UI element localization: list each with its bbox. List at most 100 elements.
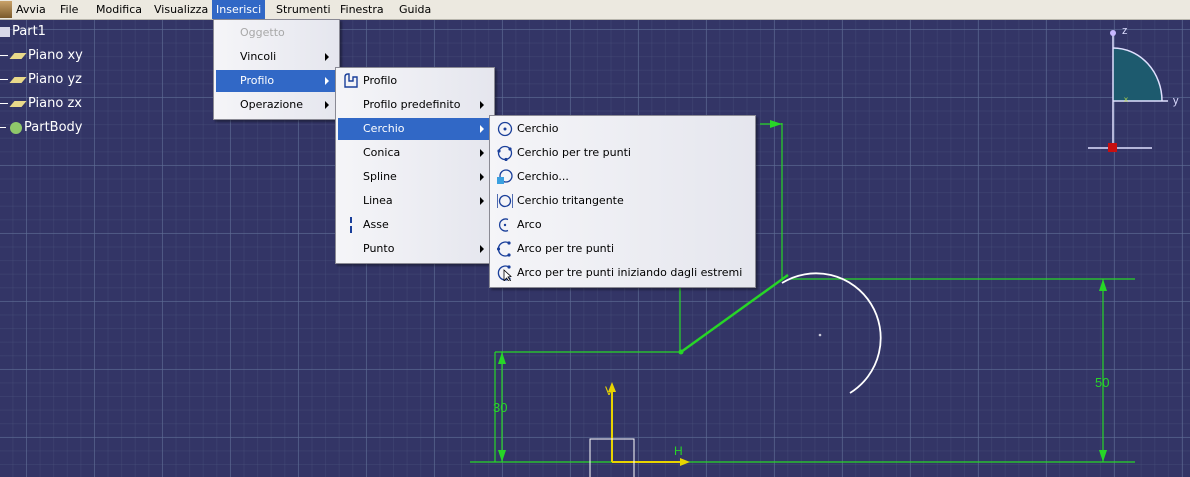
menu-item-cerchio-tool[interactable]: Cerchio [492,118,753,140]
menu-item-profilo[interactable]: Profilo [216,70,337,92]
menu-modifica[interactable]: Modifica [92,0,146,19]
menu-item-label: Oggetto [240,26,285,39]
submenu-arrow-icon [480,149,484,157]
menu-finestra[interactable]: Finestra [336,0,388,19]
submenu-arrow-icon [325,53,329,61]
tree-branch-line [0,79,8,80]
tree-item-label: Piano xy [28,48,83,63]
menu-item-label: Punto [363,242,395,255]
tree-item-label: PartBody [24,120,83,135]
three-point-arc-icon [497,241,511,257]
menu-item-label: Profilo predefinito [363,98,461,111]
menu-item-label: Vincoli [240,50,277,63]
menu-item-label: Arco per tre punti iniziando dagli estre… [517,266,743,279]
menu-item-label: Asse [363,218,389,231]
compass-y-label: y [1173,95,1179,107]
three-point-circle-icon [497,145,513,161]
menu-guida[interactable]: Guida [395,0,435,19]
tree-item-piano-yz[interactable]: Piano yz [0,70,82,90]
app-icon [0,1,12,18]
tree-item-label: Piano yz [28,72,82,87]
menu-item-label: Arco per tre punti [517,242,615,255]
tree-item-partbody[interactable]: PartBody [0,118,82,138]
inserisci-dropdown: Oggetto Vincoli Profilo Operazione [213,19,340,120]
menu-item-label: Arco [517,218,542,231]
menu-visualizza[interactable]: Visualizza [150,0,212,19]
menu-item-label: Cerchio per tre punti [517,146,631,159]
menu-item-label: Conica [363,146,401,159]
menu-bar: Avvia File Modifica Visualizza Inserisci… [0,0,1190,20]
menu-item-cerchio-tre-punti[interactable]: Cerchio per tre punti [492,142,753,164]
menu-item-vincoli[interactable]: Vincoli [216,46,337,68]
profile-icon [344,73,358,88]
circle-dialog-icon [497,169,513,184]
arc-center-point[interactable] [818,333,822,337]
plane-icon [9,52,27,59]
compass-x-label: x [1124,95,1128,104]
menu-item-label: Operazione [240,98,303,111]
menu-item-profilo-tool[interactable]: Profilo [338,70,492,92]
sketch-arc[interactable] [781,272,882,394]
part-icon [0,26,10,37]
arc-icon [498,218,509,232]
menu-item-arco[interactable]: Arco [492,214,753,236]
menu-item-operazione[interactable]: Operazione [216,94,337,116]
menu-item-arco-tre-punti[interactable]: Arco per tre punti [492,238,753,260]
menu-item-linea[interactable]: Linea [338,190,492,212]
submenu-arrow-icon [480,197,484,205]
menu-item-cerchio-dialog[interactable]: Cerchio... [492,166,753,188]
tree-branch-line [0,103,8,104]
menu-file[interactable]: File [56,0,82,19]
tree-branch-line [0,127,6,128]
sketch-point[interactable] [678,349,684,355]
submenu-arrow-icon [480,125,484,133]
menu-item-label: Spline [363,170,397,183]
menu-item-label: Cerchio [517,122,559,135]
menu-avvia[interactable]: Avvia [12,0,50,19]
menu-item-punto[interactable]: Punto [338,238,492,260]
menu-item-cerchio[interactable]: Cerchio [338,118,492,140]
axis-icon [350,217,352,233]
axis-h-label: H [674,444,683,458]
menu-item-oggetto[interactable]: Oggetto [216,22,337,44]
menu-item-arco-tre-punti-estremi[interactable]: Arco per tre punti iniziando dagli estre… [492,262,753,284]
submenu-arrow-icon [480,173,484,181]
sketch-axes: V H [589,382,690,477]
tree-item-piano-zx[interactable]: Piano zx [0,94,82,114]
submenu-arrow-icon [480,245,484,253]
menu-item-label: Cerchio... [517,170,569,183]
menu-item-label: Profilo [363,74,398,87]
plane-icon [9,100,27,107]
compass-widget[interactable]: z y x [1088,25,1179,152]
dimension-30-text[interactable]: 30 [493,400,507,415]
menu-item-label: Cerchio [363,122,405,135]
submenu-arrow-icon [325,101,329,109]
tree-item-label: Piano zx [28,96,82,111]
profilo-submenu: Profilo Profilo predefinito Cerchio Coni… [335,67,495,264]
menu-item-label: Cerchio tritangente [517,194,624,207]
menu-item-cerchio-tritangente[interactable]: Cerchio tritangente [492,190,753,212]
menu-item-asse[interactable]: Asse [338,214,492,236]
tree-item-piano-xy[interactable]: Piano xy [0,46,83,66]
plane-icon [9,76,27,83]
menu-item-label: Profilo [240,74,275,87]
menu-strumenti[interactable]: Strumenti [272,0,335,19]
cerchio-submenu: Cerchio Cerchio per tre punti Cerchio...… [489,115,756,288]
tree-root-label: Part1 [12,24,46,39]
menu-inserisci[interactable]: Inserisci [212,0,266,19]
three-point-arc-limits-icon [497,265,512,281]
menu-item-label: Linea [363,194,393,207]
compass-z-label: z [1122,25,1128,37]
tree-branch-line [0,55,8,56]
menu-item-spline[interactable]: Spline [338,166,492,188]
menu-item-profilo-predefinito[interactable]: Profilo predefinito [338,94,492,116]
tritangent-circle-icon [497,194,513,208]
dimension-50-text[interactable]: 50 [1095,375,1109,390]
tree-root-part1[interactable]: Part1 [0,22,46,42]
menu-item-conica[interactable]: Conica [338,142,492,164]
axis-v-label: V [605,384,613,398]
partbody-icon [10,121,22,134]
submenu-arrow-icon [480,101,484,109]
circle-icon [497,121,513,137]
submenu-arrow-icon [325,77,329,85]
